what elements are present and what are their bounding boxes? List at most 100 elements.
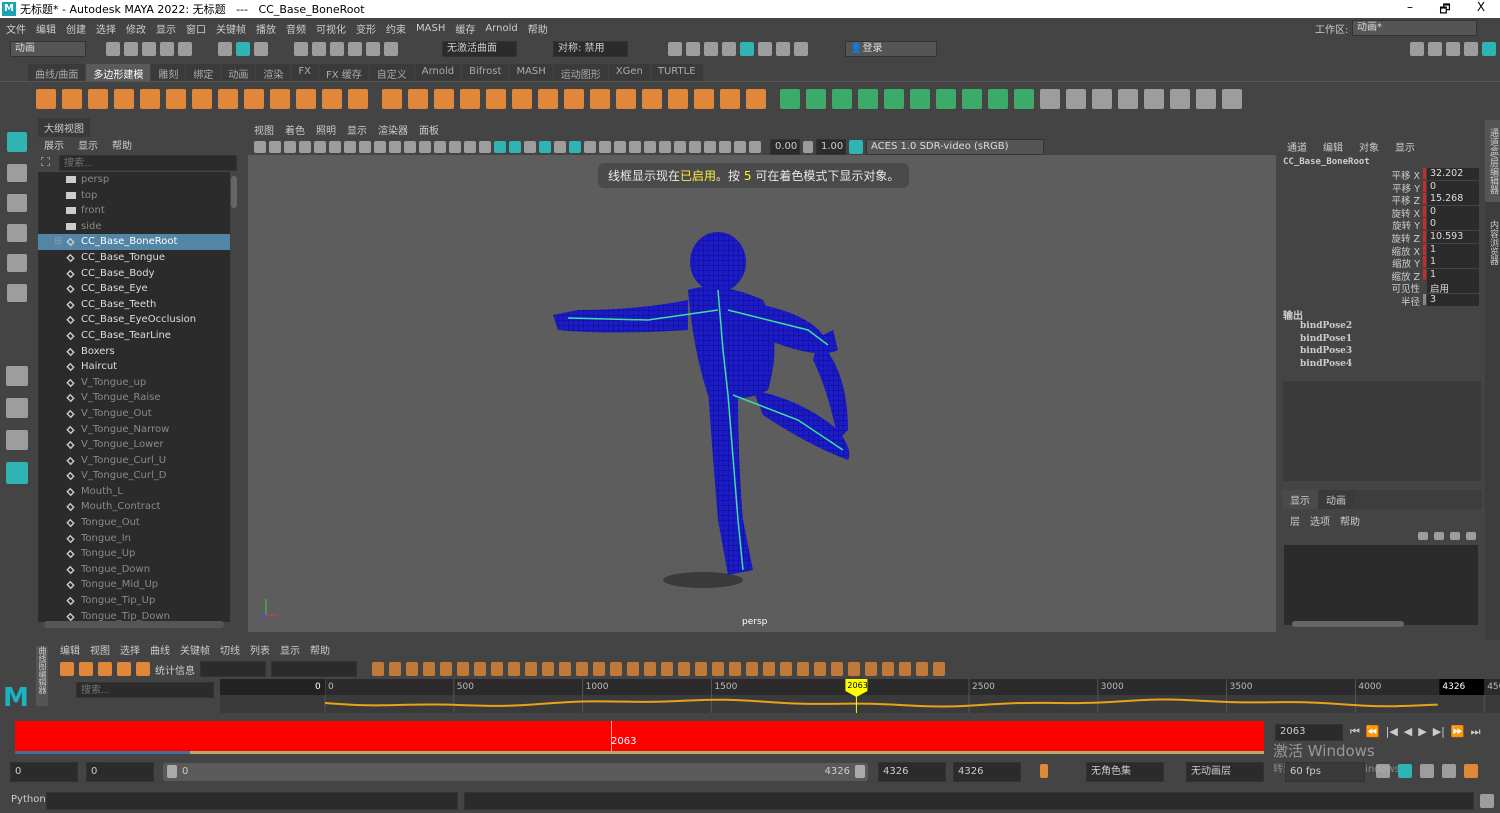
graph-menu-item[interactable]: 视图 <box>90 642 110 657</box>
shelf-tool-icon[interactable] <box>538 89 558 109</box>
graph-menu-item[interactable]: 列表 <box>250 642 270 657</box>
anim-prefs-icon[interactable] <box>1464 764 1478 778</box>
step-forward-key-icon[interactable]: ⏩ <box>1451 725 1465 739</box>
open-scene-icon[interactable] <box>124 42 138 56</box>
graph-tool-icon[interactable] <box>610 662 622 676</box>
graph-tool-icon[interactable] <box>797 662 809 676</box>
menuset-dropdown[interactable]: 动画 <box>10 41 86 57</box>
shelf-tool-icon[interactable] <box>382 89 402 109</box>
outliner-item[interactable]: Tongue_Mid_Up <box>38 577 230 593</box>
render-settings-icon[interactable] <box>722 42 736 56</box>
channel-row[interactable]: 平移 Z 15.268 <box>1280 193 1480 207</box>
render-sequence-icon[interactable] <box>686 42 700 56</box>
playback-start-field[interactable]: 0 <box>86 762 154 782</box>
outliner-menu-item[interactable]: 显示 <box>78 137 98 152</box>
viewport-tool-icon[interactable] <box>314 140 326 153</box>
outliner-tab[interactable]: 大纲视图 <box>38 118 90 137</box>
menu-item[interactable]: 帮助 <box>528 21 548 36</box>
channel-value[interactable]: 0 <box>1427 218 1479 231</box>
viewport-tool-icon[interactable] <box>329 140 341 153</box>
stats-field-2[interactable] <box>271 661 357 677</box>
graph-menu-item[interactable]: 曲线 <box>150 642 170 657</box>
shelf-tool-icon[interactable] <box>1144 89 1164 109</box>
viewport-tool-icon[interactable] <box>539 140 551 153</box>
new-layer-selected-icon[interactable] <box>1466 532 1476 540</box>
channel-value[interactable]: 启用 <box>1427 281 1479 295</box>
shelf-tool-icon[interactable] <box>244 89 264 109</box>
move-layer-down-icon[interactable] <box>1434 532 1444 540</box>
single-view-icon[interactable] <box>6 366 28 386</box>
script-editor-icon[interactable] <box>1480 794 1494 808</box>
shelf-tab[interactable]: 渲染 <box>256 64 291 81</box>
graph-tool-icon[interactable] <box>780 662 792 676</box>
graph-menu-item[interactable]: 帮助 <box>310 642 330 657</box>
undo-icon[interactable] <box>160 42 174 56</box>
menu-item[interactable]: 变形 <box>356 21 376 36</box>
outliner-item[interactable]: Mouth_L <box>38 484 230 500</box>
viewport-tool-icon[interactable] <box>389 140 401 153</box>
menu-item[interactable]: 创建 <box>66 21 86 36</box>
redo-icon[interactable] <box>178 42 192 56</box>
outliner-item[interactable]: CC_Base_Body <box>38 266 230 282</box>
viewport-tool-icon[interactable] <box>689 140 701 153</box>
channel-row[interactable]: 平移 Y0 <box>1280 180 1480 195</box>
viewport-tool-icon[interactable] <box>554 140 566 153</box>
lattice-icon[interactable] <box>98 662 112 676</box>
menu-item[interactable]: 约束 <box>386 21 406 36</box>
shelf-tool-icon[interactable] <box>348 89 368 109</box>
graph-tool-icon[interactable] <box>916 662 928 676</box>
shelf-tool-icon[interactable] <box>988 89 1008 109</box>
outliner-item[interactable]: top <box>38 188 230 204</box>
layer-menu-item[interactable]: 帮助 <box>1340 513 1360 528</box>
command-language-label[interactable]: Python <box>11 794 46 805</box>
channel-value[interactable]: 3 <box>1427 294 1479 306</box>
outliner-item[interactable]: Tongue_Tip_Down <box>38 609 230 622</box>
viewport-tool-icon[interactable] <box>344 140 356 153</box>
anim-end-field[interactable]: 4326 <box>953 762 1021 782</box>
menu-item[interactable]: 关键帧 <box>216 21 246 36</box>
shelf-tool-icon[interactable] <box>668 89 688 109</box>
shelf-tool-icon[interactable] <box>642 89 662 109</box>
graph-tool-icon[interactable] <box>831 662 843 676</box>
outliner-item[interactable]: V_Tongue_Curl_D <box>38 468 230 484</box>
viewport-tool-icon[interactable] <box>494 140 506 153</box>
render-frame-icon[interactable] <box>668 42 682 56</box>
expand-icon[interactable]: ⊞ <box>54 234 62 250</box>
outliner-item[interactable]: V_Tongue_Narrow <box>38 422 230 438</box>
viewport-tool-icon[interactable] <box>269 140 281 153</box>
hypershade-icon[interactable] <box>740 42 754 56</box>
outliner-menu-item[interactable]: 展示 <box>44 137 64 152</box>
outliner-item[interactable]: V_Tongue_Curl_U <box>38 453 230 469</box>
channel-row[interactable]: 缩放 X1 <box>1280 243 1480 258</box>
shelf-tab[interactable]: FX 缓存 <box>318 64 369 81</box>
graph-plot-area[interactable]: 0 500 1000 1500 2500 3000 3500 4000 4500 4326 2063… <box>220 679 1500 713</box>
shelf-tool-icon[interactable] <box>1222 89 1242 109</box>
shelf-tool-icon[interactable] <box>1040 89 1060 109</box>
shelf-tool-icon[interactable] <box>1170 89 1190 109</box>
outliner-item[interactable]: Tongue_Tip_Up <box>38 593 230 609</box>
graph-tool-icon[interactable] <box>372 662 384 676</box>
graph-tool-icon[interactable] <box>848 662 860 676</box>
viewport-tool-icon[interactable] <box>734 140 746 153</box>
shelf-tool-icon[interactable] <box>192 89 212 109</box>
snap-surface-icon[interactable] <box>366 42 380 56</box>
graph-menu-item[interactable]: 切线 <box>220 642 240 657</box>
outliner-item[interactable]: V_Tongue_Out <box>38 406 230 422</box>
shelf-tool-icon[interactable] <box>114 89 134 109</box>
shelf-tool-icon[interactable] <box>36 89 56 109</box>
sound-icon[interactable] <box>1420 764 1434 778</box>
graph-tool-icon[interactable] <box>729 662 741 676</box>
viewport-tool-icon[interactable] <box>614 140 626 153</box>
menu-item[interactable]: 播放 <box>256 21 276 36</box>
new-scene-icon[interactable] <box>106 42 120 56</box>
region-tool-icon[interactable] <box>117 662 131 676</box>
range-start-handle[interactable] <box>167 765 177 778</box>
channel-row[interactable]: 旋转 Y0 <box>1280 218 1480 232</box>
colorspace-dropdown[interactable]: ACES 1.0 SDR-video (sRGB) <box>866 138 1044 155</box>
go-to-end-icon[interactable]: ⏭ <box>1471 725 1481 739</box>
shelf-tab[interactable]: Arnold <box>414 64 462 81</box>
shelf-tool-icon[interactable] <box>486 89 506 109</box>
outliner-item[interactable]: Mouth_Contract <box>38 499 230 515</box>
shelf-tool-icon[interactable] <box>512 89 532 109</box>
graph-tool-icon[interactable] <box>474 662 486 676</box>
